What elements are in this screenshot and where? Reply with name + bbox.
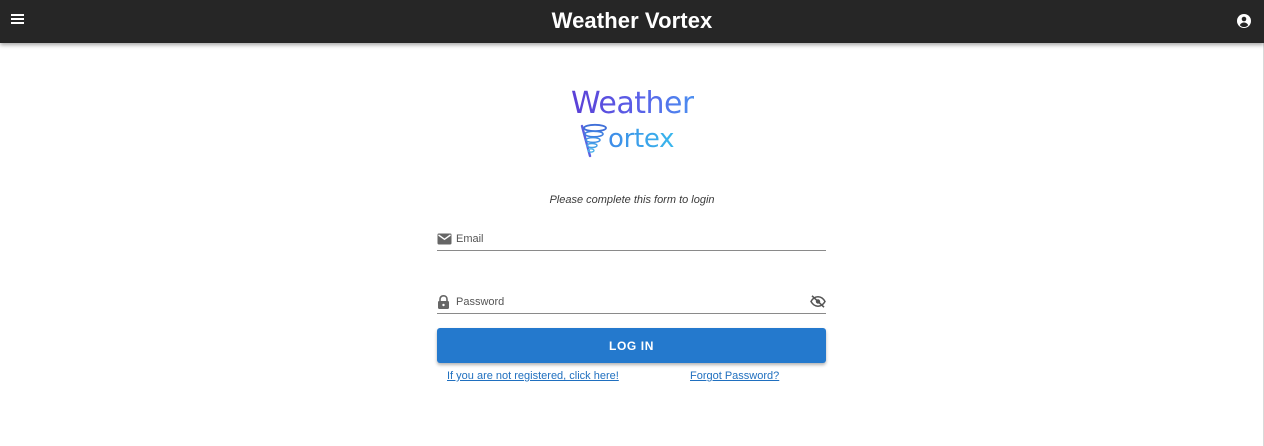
app-header: Weather Vortex — [0, 0, 1264, 43]
form-instruction: Please complete this form to login — [549, 194, 715, 206]
password-field — [437, 292, 826, 314]
logo-text-ortex: ortex — [608, 124, 675, 154]
register-link[interactable]: If you are not registered, click here! — [447, 370, 619, 382]
email-field — [437, 229, 826, 251]
weather-vortex-logo: Weather ortex — [566, 84, 702, 160]
app-title: Weather Vortex — [551, 8, 713, 33]
forgot-password-link[interactable]: Forgot Password? — [690, 370, 779, 382]
logo-text-weather: Weather — [571, 86, 694, 121]
eye-off-icon[interactable] — [810, 295, 826, 309]
account-circle-icon[interactable] — [1237, 14, 1251, 28]
mail-icon — [437, 232, 452, 246]
lock-icon — [437, 294, 452, 309]
tornado-icon — [580, 122, 608, 158]
email-input[interactable] — [456, 230, 806, 248]
login-button[interactable]: LOG IN — [437, 328, 826, 363]
password-input[interactable] — [456, 293, 806, 311]
